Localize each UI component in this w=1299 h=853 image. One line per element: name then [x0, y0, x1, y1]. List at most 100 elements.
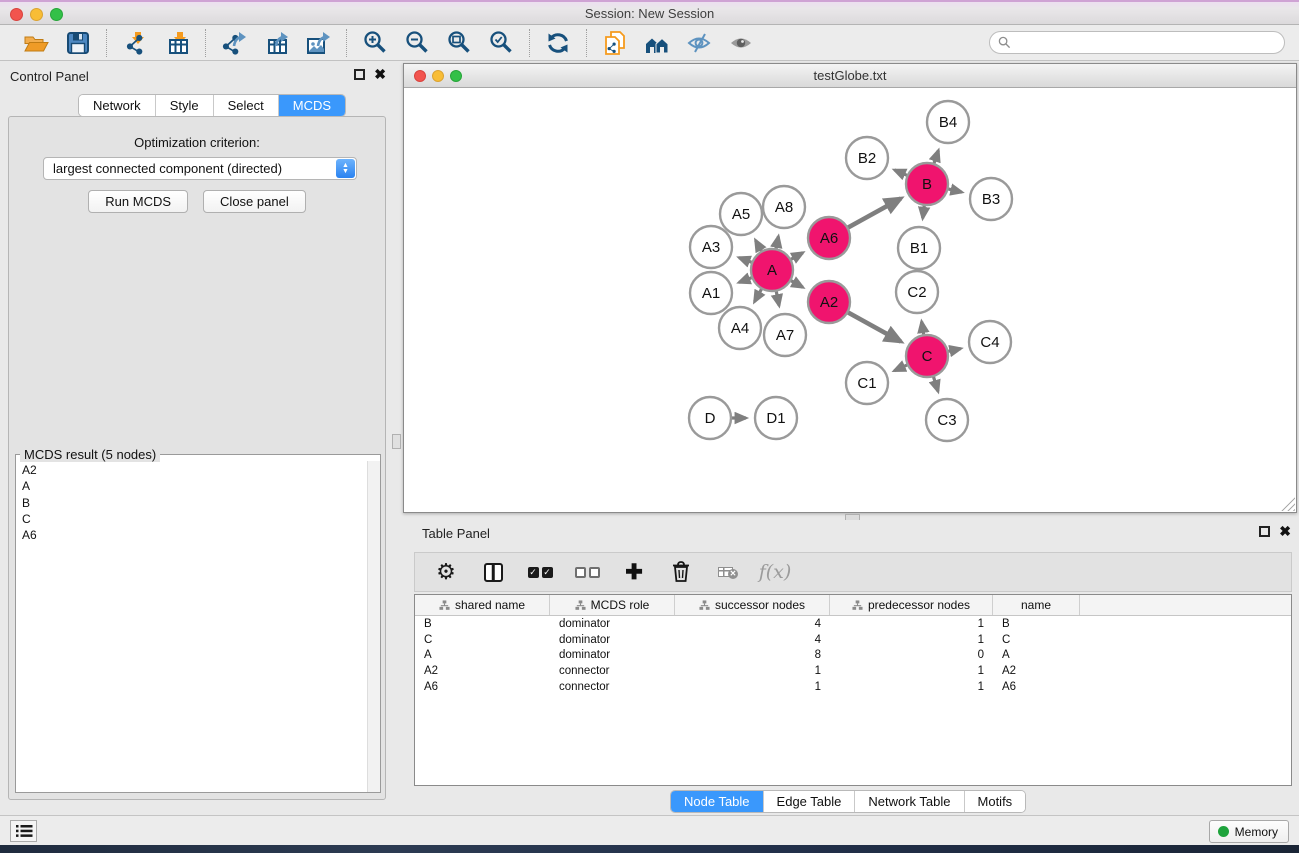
network-overview-button[interactable]: [639, 28, 675, 58]
task-history-button[interactable]: [10, 820, 37, 842]
close-window-button[interactable]: [10, 8, 23, 21]
export-network-button[interactable]: [216, 28, 252, 58]
open-file-button[interactable]: [18, 28, 54, 58]
graph-node-A6[interactable]: A6: [808, 217, 850, 259]
delete-column-icon[interactable]: [666, 558, 696, 586]
close-panel-button[interactable]: Close panel: [203, 190, 306, 213]
export-image-button[interactable]: [300, 28, 336, 58]
table-cell[interactable]: 1: [675, 665, 830, 677]
column-header-predecessor-nodes[interactable]: predecessor nodes: [830, 595, 993, 615]
splitpane-divider-handle[interactable]: [392, 434, 401, 449]
table-cell[interactable]: A6: [415, 681, 550, 693]
column-header-name[interactable]: name: [993, 595, 1080, 615]
graph-node-C1[interactable]: C1: [846, 362, 888, 404]
graph-edge-A2-C[interactable]: [846, 311, 901, 341]
graph-node-D1[interactable]: D1: [755, 397, 797, 439]
graph-node-C4[interactable]: C4: [969, 321, 1011, 363]
graph-node-D[interactable]: D: [689, 397, 731, 439]
network-close-button[interactable]: [414, 70, 426, 82]
deselect-all-icon[interactable]: [572, 558, 602, 586]
graph-node-A2[interactable]: A2: [808, 281, 850, 323]
mcds-result-list[interactable]: A2ABCA6: [17, 462, 366, 791]
table-cell[interactable]: A: [415, 649, 550, 661]
table-cell[interactable]: 4: [675, 618, 830, 630]
table-cell[interactable]: 4: [675, 634, 830, 646]
graph-node-B[interactable]: B: [906, 163, 948, 205]
graph-node-B1[interactable]: B1: [898, 227, 940, 269]
show-graphics-eye-button[interactable]: [723, 28, 759, 58]
table-cell[interactable]: 1: [830, 634, 993, 646]
optimization-criterion-dropdown[interactable]: largest connected component (directed) ▲…: [43, 157, 357, 180]
tab-motifs[interactable]: Motifs: [965, 791, 1026, 812]
result-list-item[interactable]: B: [17, 495, 366, 511]
result-list-item[interactable]: A: [17, 478, 366, 494]
control-panel-close-icon[interactable]: ✖: [374, 69, 386, 80]
graph-node-C2[interactable]: C2: [896, 271, 938, 313]
add-column-icon[interactable]: ✚: [619, 558, 649, 586]
clone-network-button[interactable]: [597, 28, 633, 58]
table-row[interactable]: Adominator80A: [415, 647, 1291, 663]
network-maximize-button[interactable]: [450, 70, 462, 82]
select-all-icon[interactable]: ✓✓: [525, 558, 555, 586]
save-session-button[interactable]: [60, 28, 96, 58]
table-row[interactable]: Cdominator41C: [415, 632, 1291, 648]
table-cell[interactable]: dominator: [550, 618, 675, 630]
split-columns-icon[interactable]: [478, 558, 508, 586]
network-window-titlebar[interactable]: testGlobe.txt: [404, 64, 1296, 88]
window-resize-grip[interactable]: [1281, 497, 1295, 511]
table-cell[interactable]: dominator: [550, 634, 675, 646]
table-cell[interactable]: A6: [993, 681, 1080, 693]
result-list-item[interactable]: A6: [17, 527, 366, 543]
tab-node-table[interactable]: Node Table: [671, 791, 764, 812]
settings-gear-icon[interactable]: ⚙: [431, 558, 461, 586]
table-panel-close-icon[interactable]: ✖: [1279, 526, 1291, 537]
column-header-successor-nodes[interactable]: successor nodes: [675, 595, 830, 615]
graph-node-B4[interactable]: B4: [927, 101, 969, 143]
tab-edge-table[interactable]: Edge Table: [764, 791, 856, 812]
zoom-selected-button[interactable]: [483, 28, 519, 58]
table-cell[interactable]: 1: [675, 681, 830, 693]
graph-node-A8[interactable]: A8: [763, 186, 805, 228]
run-mcds-button[interactable]: Run MCDS: [88, 190, 188, 213]
maximize-window-button[interactable]: [50, 8, 63, 21]
graph-node-A4[interactable]: A4: [719, 307, 761, 349]
tab-network[interactable]: Network: [79, 95, 156, 116]
graph-node-B3[interactable]: B3: [970, 178, 1012, 220]
hide-panel-eye-button[interactable]: [681, 28, 717, 58]
graph-node-B2[interactable]: B2: [846, 137, 888, 179]
result-scrollbar[interactable]: [367, 461, 380, 792]
graph-node-A3[interactable]: A3: [690, 226, 732, 268]
table-row[interactable]: Bdominator41B: [415, 616, 1291, 632]
result-list-item[interactable]: C: [17, 511, 366, 527]
table-panel-float-icon[interactable]: [1259, 526, 1270, 537]
memory-button[interactable]: Memory: [1209, 820, 1289, 843]
zoom-out-button[interactable]: [399, 28, 435, 58]
control-panel-float-icon[interactable]: [354, 69, 365, 80]
table-cell[interactable]: B: [415, 618, 550, 630]
search-input[interactable]: [1011, 33, 1284, 52]
tab-style[interactable]: Style: [156, 95, 214, 116]
export-table-button[interactable]: [258, 28, 294, 58]
graph-node-A1[interactable]: A1: [690, 272, 732, 314]
column-header-shared-name[interactable]: shared name: [415, 595, 550, 615]
network-canvas[interactable]: B4B2BB3A5A8A6A3AB1A1A2C2A4A7C4CC1DD1C3: [404, 88, 1296, 512]
graph-edge-A6-B[interactable]: [846, 198, 901, 228]
table-cell[interactable]: A2: [415, 665, 550, 677]
table-cell[interactable]: A2: [993, 665, 1080, 677]
tab-network-table[interactable]: Network Table: [855, 791, 964, 812]
table-cell[interactable]: 0: [830, 649, 993, 661]
table-cell[interactable]: 1: [830, 665, 993, 677]
graph-node-C[interactable]: C: [906, 335, 948, 377]
table-cell[interactable]: 8: [675, 649, 830, 661]
table-cell[interactable]: B: [993, 618, 1080, 630]
result-list-item[interactable]: A2: [17, 462, 366, 478]
table-cell[interactable]: connector: [550, 665, 675, 677]
table-cell[interactable]: connector: [550, 681, 675, 693]
import-network-button[interactable]: [117, 28, 153, 58]
table-cell[interactable]: C: [993, 634, 1080, 646]
graph-node-A7[interactable]: A7: [764, 314, 806, 356]
graph-node-C3[interactable]: C3: [926, 399, 968, 441]
table-cell[interactable]: 1: [830, 618, 993, 630]
search-box[interactable]: [989, 31, 1285, 54]
graph-node-A5[interactable]: A5: [720, 193, 762, 235]
